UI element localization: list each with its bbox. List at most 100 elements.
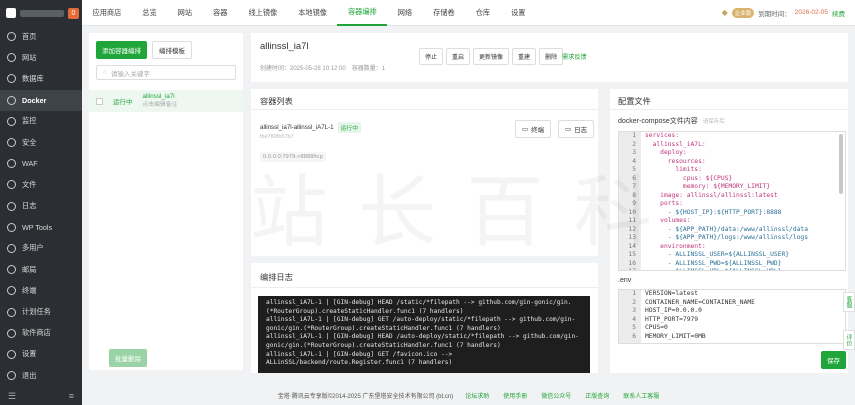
code-line: environment: bbox=[645, 242, 706, 250]
config-panel: 配置文件 docker-compose文件内容 请保存后 1 2 3 4 5 6 7 8 9 10… bbox=[610, 89, 848, 373]
top-nav: 应用商店 总览 网站 容器 线上镜像 本地镜像 容器编排 网络 存储卷 仓库 设置 ◆ 企业版 到期… bbox=[82, 0, 855, 26]
shield-icon bbox=[7, 138, 16, 148]
sidebar-item-docker[interactable]: Docker bbox=[0, 89, 82, 111]
compose-header: allinssl_ia7l 创建时间：2025-05-28 10:12:00 容… bbox=[251, 33, 848, 82]
sidebar-item-邮局[interactable]: 邮局 bbox=[0, 259, 82, 280]
sidebar-item-监控[interactable]: 监控 bbox=[0, 111, 82, 132]
env-label: .env bbox=[618, 277, 632, 284]
compose-code[interactable]: services: allinssl_iA7L: deploy: resourc… bbox=[641, 132, 808, 270]
code-line: HTTP_PORT=7979 bbox=[645, 315, 699, 323]
code-line: volumes: bbox=[645, 217, 691, 224]
float-tab-review[interactable]: 评价 bbox=[843, 330, 855, 350]
save-button[interactable]: 保存 bbox=[821, 351, 846, 369]
compose-editor[interactable]: 1234567891011121314151617 services: alli… bbox=[618, 131, 846, 271]
sidebar-item-文件[interactable]: 文件 bbox=[0, 174, 82, 195]
sidebar-item-计划任务[interactable]: 计划任务 bbox=[0, 301, 82, 322]
add-compose-button[interactable]: 添加容器编排 bbox=[96, 41, 147, 59]
sidebar-item-终端[interactable]: 终端 bbox=[0, 280, 82, 301]
log-button[interactable]: ▭ 日志 bbox=[558, 120, 595, 138]
sidebar-item-软件商店[interactable]: 软件商店 bbox=[0, 323, 82, 344]
line-number: 5 bbox=[632, 166, 636, 173]
sidebar-item-数据库[interactable]: 数据库 bbox=[0, 68, 82, 89]
config-title: 配置文件 bbox=[618, 97, 651, 106]
compose-action-button[interactable]: 更新镜像 bbox=[473, 48, 510, 65]
footer-link[interactable]: 微信公众号 bbox=[541, 391, 571, 400]
sidebar-item-多用户[interactable]: 多用户 bbox=[0, 238, 82, 259]
hamburger-icon[interactable]: ≡ bbox=[69, 391, 74, 401]
tab-9[interactable]: 仓库 bbox=[465, 0, 500, 26]
code-line: - ${APP_PATH}/data:/www/allinssl/data bbox=[645, 225, 809, 233]
tab-8[interactable]: 存储卷 bbox=[423, 0, 466, 26]
line-number: 8 bbox=[632, 191, 636, 199]
sidebar-item-网站[interactable]: 网站 bbox=[0, 47, 82, 68]
tab-4[interactable]: 线上镜像 bbox=[238, 0, 288, 26]
compose-template-button[interactable]: 编排模板 bbox=[152, 41, 192, 59]
tab-7[interactable]: 网络 bbox=[387, 0, 422, 26]
footer-link[interactable]: 正版查询 bbox=[585, 391, 609, 400]
sidebar-item-设置[interactable]: 设置 bbox=[0, 344, 82, 365]
server-name-blurred bbox=[20, 9, 64, 17]
terminal-button[interactable]: ▭ 终端 bbox=[515, 120, 552, 138]
sidebar-item-日志[interactable]: 日志 bbox=[0, 196, 82, 217]
tab-1[interactable]: 总览 bbox=[132, 0, 167, 26]
tab-5[interactable]: 本地镜像 bbox=[288, 0, 338, 26]
compose-action-button[interactable]: 删除 bbox=[539, 48, 564, 65]
sidebar-item-退出[interactable]: 退出 bbox=[0, 365, 82, 386]
editor-scrollbar[interactable] bbox=[839, 134, 843, 194]
tab-6[interactable]: 容器编排 bbox=[337, 0, 388, 26]
batch-delete-button[interactable]: 批量删除 bbox=[109, 349, 147, 367]
compose-action-button[interactable]: 重建 bbox=[512, 48, 537, 65]
env-gutter: 123456 bbox=[619, 290, 641, 343]
log-icon: ▭ bbox=[565, 126, 572, 133]
collapse-menu-icon[interactable]: ☰ bbox=[8, 391, 16, 402]
footer-link[interactable]: 使用手册 bbox=[503, 391, 527, 400]
list-item[interactable]: 运行中 allinssl_ia7l 点击编辑备注 bbox=[89, 90, 243, 112]
compose-action-button[interactable]: 停止 bbox=[419, 48, 444, 65]
code-line: allinssl_iA7L: bbox=[645, 140, 706, 148]
renew-link[interactable]: 续费 bbox=[832, 8, 845, 18]
sidebar-item-wp-tools[interactable]: WP Tools bbox=[0, 217, 82, 238]
line-number: 1 bbox=[632, 290, 636, 297]
line-number: 11 bbox=[628, 217, 636, 224]
compose-desc[interactable]: 点击编辑备注 bbox=[143, 101, 178, 109]
code-line: HOST_IP=0.0.0.0 bbox=[645, 307, 702, 314]
code-line: - ALLINSSL_PWD=${ALLINSSL_PWD} bbox=[645, 259, 782, 267]
tab-2[interactable]: 网站 bbox=[167, 0, 202, 26]
code-line: image: allinssl/allinssl:latest bbox=[645, 191, 778, 199]
created-time: 创建时间：2025-05-28 10:12:00 bbox=[260, 66, 346, 72]
log-terminal[interactable]: allinssl_iA7L-1 | [GIN-debug] HEAD /stat… bbox=[258, 296, 590, 373]
compose-list-panel: 添加容器编排 编排模板 ○ 请输入关键字 运行中 allinssl_ia7l 点… bbox=[89, 33, 243, 370]
tab-0[interactable]: 应用商店 bbox=[82, 0, 132, 26]
float-tab-support[interactable]: 客服 bbox=[843, 292, 855, 312]
container-name: allinssl_ia7l-allinssl_iA7L-1 bbox=[260, 124, 334, 131]
log-line: allinssl_iA7L-1 | [GIN-debug] GET /auto-… bbox=[266, 316, 576, 324]
notification-badge[interactable]: 0 bbox=[68, 7, 79, 19]
sidebar-item-安全[interactable]: 安全 bbox=[0, 132, 82, 153]
container-status-badge: 运行中 bbox=[337, 122, 362, 133]
feedback-link[interactable]: 需求反馈 bbox=[562, 52, 587, 61]
sidebar-item-首页[interactable]: 首页 bbox=[0, 26, 82, 47]
tab-10[interactable]: 设置 bbox=[501, 0, 536, 26]
env-editor[interactable]: 123456 VERSION=latest CONTAINER_NAME=CONT… bbox=[618, 289, 846, 344]
sidebar-item-waf[interactable]: WAF bbox=[0, 153, 82, 174]
row-checkbox[interactable] bbox=[96, 97, 103, 105]
terminal-icon: ▭ bbox=[522, 126, 529, 133]
line-number: 4 bbox=[632, 315, 636, 323]
diamond-icon: ◆ bbox=[721, 8, 728, 17]
log-line: allinssl_iA7L-1 | [GIN-debug] GET /favic… bbox=[266, 350, 453, 358]
sidebar-item-label: 邮局 bbox=[22, 264, 37, 274]
code-line: CPUS=0 bbox=[645, 324, 668, 331]
tab-list: 应用商店 总览 网站 容器 线上镜像 本地镜像 容器编排 网络 存储卷 仓库 设置 bbox=[82, 0, 536, 26]
line-number: 7 bbox=[632, 183, 636, 190]
env-code[interactable]: VERSION=latest CONTAINER_NAME=CONTAINER_N… bbox=[641, 290, 755, 343]
log-line: gonic/gin.(*RouterGroup).createStaticHan… bbox=[266, 324, 501, 332]
sidebar-item-label: 退出 bbox=[22, 370, 37, 380]
sidebar-item-label: 安全 bbox=[22, 137, 37, 147]
tab-3[interactable]: 容器 bbox=[203, 0, 238, 26]
log-line: (*RouterGroup).createStaticHandler.func1… bbox=[266, 307, 464, 315]
search-input[interactable]: ○ 请输入关键字 bbox=[96, 65, 236, 80]
footer-link[interactable]: 联系人工客服 bbox=[623, 391, 659, 400]
compose-name: allinssl_ia7l bbox=[142, 93, 175, 100]
footer-link[interactable]: 论坛求助 bbox=[465, 391, 489, 400]
compose-action-button[interactable]: 重启 bbox=[446, 48, 471, 65]
